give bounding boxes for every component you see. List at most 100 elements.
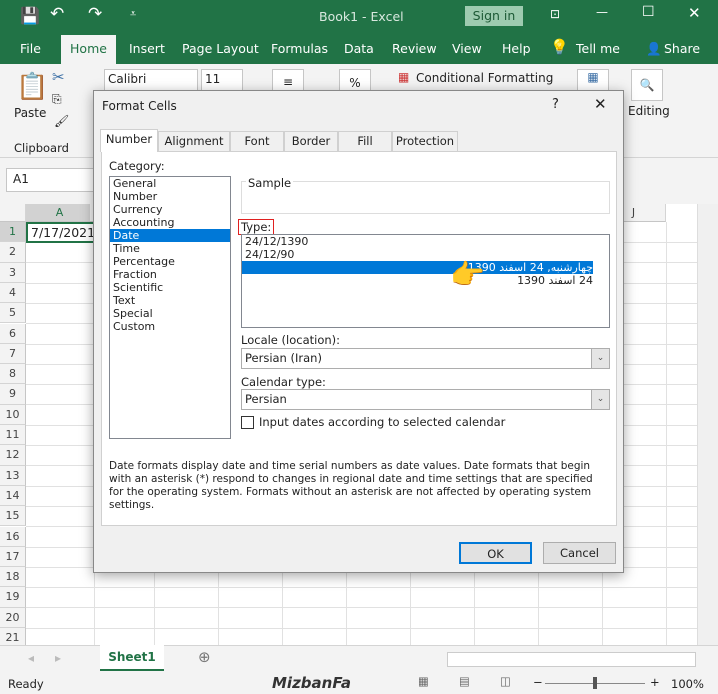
- ok-button[interactable]: OK: [459, 542, 532, 564]
- cell-a1[interactable]: 7/17/2021: [26, 222, 95, 243]
- conditional-formatting-button[interactable]: Conditional Formatting: [416, 71, 553, 85]
- search-icon[interactable]: 🔍: [631, 69, 663, 101]
- dialog-close-icon[interactable]: ✕: [594, 95, 607, 113]
- row-header[interactable]: 5: [0, 303, 26, 324]
- chevron-down-icon[interactable]: ⌄: [591, 349, 609, 368]
- type-item[interactable]: چهارشنبه, 24 اسفند 1390: [242, 261, 593, 274]
- help-button[interactable]: ?: [552, 97, 559, 112]
- row-header[interactable]: 11: [0, 425, 26, 446]
- tab-review[interactable]: Review: [392, 41, 437, 56]
- row-header[interactable]: 9: [0, 384, 26, 405]
- input-dates-checkbox[interactable]: [241, 416, 254, 429]
- row-header[interactable]: 18: [0, 567, 26, 588]
- tab-page-layout[interactable]: Page Layout: [182, 41, 259, 56]
- normal-view-icon[interactable]: ▦: [418, 674, 429, 688]
- row-header[interactable]: 3: [0, 262, 26, 283]
- row-header[interactable]: 6: [0, 323, 26, 344]
- minimize-icon[interactable]: —: [596, 5, 608, 19]
- tab-formulas[interactable]: Formulas: [271, 41, 328, 56]
- category-label: Category:: [109, 159, 165, 173]
- font-size-select[interactable]: 11: [201, 69, 243, 91]
- page-layout-view-icon[interactable]: ▤: [459, 674, 470, 688]
- vertical-scrollbar[interactable]: [697, 204, 718, 645]
- prev-sheet-icon[interactable]: ◂: [28, 651, 34, 665]
- tab-view[interactable]: View: [452, 41, 482, 56]
- save-icon[interactable]: 💾: [20, 6, 40, 25]
- customize-qat-icon[interactable]: ⩡: [130, 7, 136, 21]
- tab-help[interactable]: Help: [502, 41, 531, 56]
- format-painter-icon[interactable]: 🖌: [54, 114, 69, 128]
- type-item[interactable]: 24/12/1390: [242, 235, 593, 248]
- row-header[interactable]: 1: [0, 222, 26, 243]
- locale-select[interactable]: Persian (Iran) ⌄: [241, 348, 610, 369]
- cancel-button[interactable]: Cancel: [543, 542, 616, 564]
- paste-button[interactable]: Paste: [14, 106, 46, 120]
- sheet-tab-sheet1[interactable]: Sheet1: [100, 645, 164, 671]
- type-item[interactable]: 24/12/90: [242, 248, 593, 261]
- share-button[interactable]: Share: [664, 41, 700, 56]
- horizontal-scrollbar[interactable]: [447, 652, 696, 667]
- input-dates-label: Input dates according to selected calend…: [259, 415, 506, 429]
- ribbon-display-icon[interactable]: ⊡: [550, 7, 560, 21]
- undo-icon[interactable]: ↶: [50, 4, 64, 24]
- category-item[interactable]: Time: [110, 242, 230, 255]
- tab-insert[interactable]: Insert: [129, 41, 165, 56]
- column-header[interactable]: A: [26, 204, 94, 222]
- tab-data[interactable]: Data: [344, 41, 374, 56]
- row-header[interactable]: 8: [0, 364, 26, 385]
- sign-in-button[interactable]: Sign in: [465, 6, 523, 26]
- zoom-out-icon[interactable]: −: [533, 675, 543, 689]
- calendar-select[interactable]: Persian ⌄: [241, 389, 610, 410]
- category-item[interactable]: Number: [110, 190, 230, 203]
- type-list[interactable]: 24/12/1390 24/12/90 چهارشنبه, 24 اسفند 139…: [241, 234, 610, 328]
- category-item[interactable]: Text: [110, 294, 230, 307]
- cut-icon[interactable]: ✂: [52, 68, 65, 86]
- zoom-slider-thumb[interactable]: [593, 677, 597, 689]
- category-list[interactable]: General Number Currency Accounting Date Time P…: [109, 176, 231, 439]
- category-item[interactable]: Scientific: [110, 281, 230, 294]
- row-header[interactable]: 10: [0, 404, 26, 425]
- close-icon[interactable]: ✕: [688, 4, 701, 22]
- tell-me-button[interactable]: Tell me: [576, 41, 620, 56]
- row-header[interactable]: 20: [0, 607, 26, 628]
- row-header[interactable]: 2: [0, 242, 26, 263]
- category-item[interactable]: Special: [110, 307, 230, 320]
- row-header[interactable]: 16: [0, 526, 26, 547]
- category-item[interactable]: General: [110, 177, 230, 190]
- category-item[interactable]: Date: [110, 229, 230, 242]
- row-header[interactable]: 15: [0, 506, 26, 527]
- next-sheet-icon[interactable]: ▸: [55, 651, 61, 665]
- row-header[interactable]: 13: [0, 465, 26, 486]
- category-item[interactable]: Currency: [110, 203, 230, 216]
- page-break-view-icon[interactable]: ◫: [500, 674, 511, 688]
- row-header[interactable]: 7: [0, 343, 26, 365]
- tab-border[interactable]: Border: [284, 131, 338, 152]
- row-header[interactable]: 14: [0, 485, 26, 507]
- copy-icon[interactable]: ⎘: [52, 92, 62, 107]
- editing-button[interactable]: Editing: [628, 104, 670, 118]
- font-name-select[interactable]: Calibri: [104, 69, 198, 91]
- tab-home[interactable]: Home: [61, 35, 116, 64]
- redo-icon[interactable]: ↷: [88, 4, 102, 24]
- row-header[interactable]: 12: [0, 445, 26, 466]
- tab-font[interactable]: Font: [230, 131, 284, 152]
- row-header[interactable]: 17: [0, 546, 26, 568]
- tab-protection[interactable]: Protection: [392, 131, 458, 152]
- chevron-down-icon[interactable]: ⌄: [591, 390, 609, 409]
- tab-fill[interactable]: Fill: [338, 131, 392, 152]
- type-item[interactable]: 24 اسفند 1390: [242, 274, 593, 287]
- category-item[interactable]: Fraction: [110, 268, 230, 281]
- category-item[interactable]: Accounting: [110, 216, 230, 229]
- category-item[interactable]: Percentage: [110, 255, 230, 268]
- select-all-corner[interactable]: [0, 204, 26, 222]
- category-item[interactable]: Custom: [110, 320, 230, 333]
- add-sheet-icon[interactable]: ⊕: [198, 648, 211, 666]
- tab-number[interactable]: Number: [100, 129, 158, 152]
- paste-icon[interactable]: 📋: [16, 72, 48, 102]
- tab-alignment[interactable]: Alignment: [158, 131, 230, 152]
- row-header[interactable]: 4: [0, 282, 26, 304]
- zoom-in-icon[interactable]: +: [650, 675, 660, 689]
- maximize-icon[interactable]: ☐: [642, 4, 655, 20]
- row-header[interactable]: 19: [0, 587, 26, 608]
- tab-file[interactable]: File: [20, 41, 41, 56]
